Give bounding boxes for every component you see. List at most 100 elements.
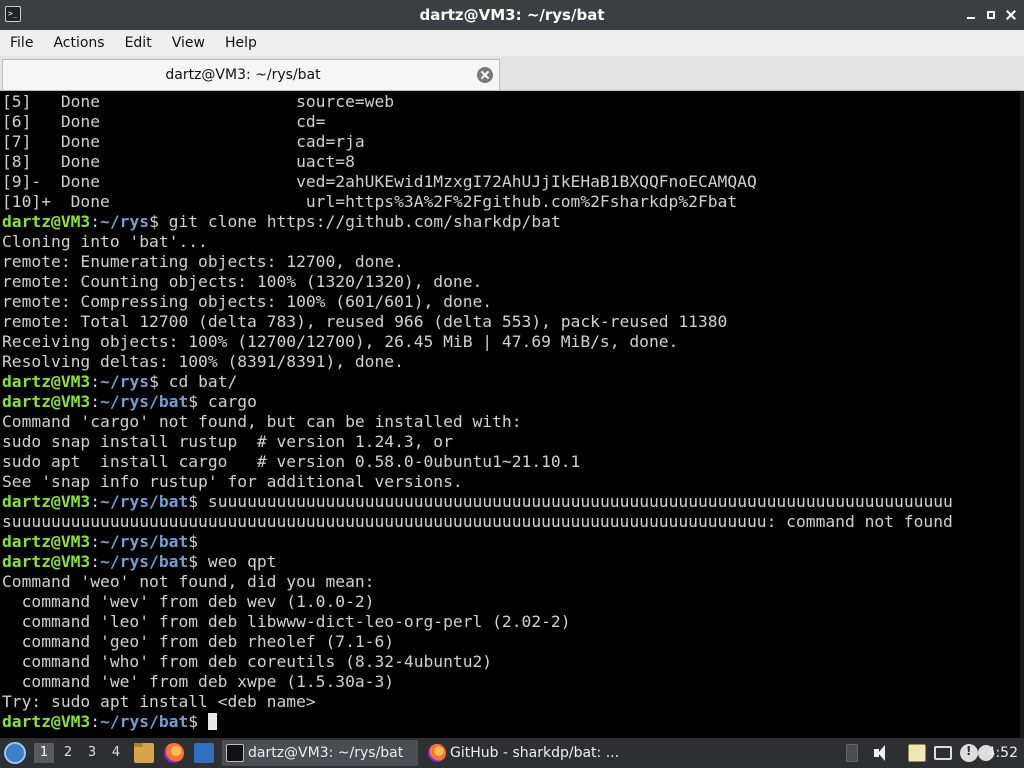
minimize-icon[interactable] bbox=[964, 8, 978, 22]
close-circle-icon[interactable] bbox=[477, 67, 493, 83]
output-line: remote: Compressing objects: 100% (601/6… bbox=[2, 292, 493, 311]
prompt-user: dartz@VM3 bbox=[2, 212, 91, 231]
output-line: Command 'weo' not found, did you mean: bbox=[2, 572, 375, 591]
clipboard-icon[interactable] bbox=[908, 744, 926, 762]
output-line: [5] Done source=web bbox=[2, 92, 395, 111]
output-line: command 'who' from deb coreutils (8.32-4… bbox=[2, 652, 493, 671]
menu-file[interactable]: File bbox=[4, 30, 39, 56]
command-text: cargo bbox=[198, 392, 257, 411]
prompt-line: dartz@VM3:~/rys/bat$ suuuuuuuuuuuuuuuuuu… bbox=[2, 492, 953, 512]
file-manager-icon[interactable] bbox=[134, 743, 154, 763]
command-text: cd bat/ bbox=[158, 372, 238, 391]
prompt-colon: : bbox=[90, 212, 101, 231]
task-terminal-label: dartz@VM3: ~/rys/bat bbox=[248, 745, 404, 761]
command-text: weo qpt bbox=[198, 552, 277, 571]
output-line: [9]- Done ved=2ahUKEwid1MzxgI72AhUJjIkEH… bbox=[2, 172, 757, 191]
output-line: [7] Done cad=rja bbox=[2, 132, 365, 151]
prompt-colon: : bbox=[90, 372, 101, 391]
desktop-1[interactable]: 1 bbox=[34, 743, 54, 763]
output-line: command 'we' from deb xwpe (1.5.30a-3) bbox=[2, 672, 395, 691]
prompt-dollar: $ bbox=[188, 712, 199, 731]
prompt-colon: : bbox=[90, 552, 101, 571]
output-line: suuuuuuuuuuuuuuuuuuuuuuuuuuuuuuuuuuuuuuu… bbox=[2, 512, 953, 531]
terminal-icon bbox=[226, 744, 244, 762]
maximize-icon[interactable] bbox=[984, 8, 998, 22]
output-line: remote: Counting objects: 100% (1320/132… bbox=[2, 272, 483, 291]
output-line: remote: Enumerating objects: 12700, done… bbox=[2, 252, 404, 271]
desktop-3[interactable]: 3 bbox=[82, 743, 102, 763]
menu-help[interactable]: Help bbox=[219, 30, 263, 56]
prompt-line: dartz@VM3:~/rys/bat$ bbox=[2, 532, 953, 552]
prompt-line: dartz@VM3:~/rys$ git clone https://githu… bbox=[2, 212, 953, 232]
output-line: remote: Total 12700 (delta 783), reused … bbox=[2, 312, 728, 331]
output-line: Try: sudo apt install <deb name> bbox=[2, 692, 316, 711]
firefox-icon[interactable] bbox=[164, 743, 184, 763]
output-line: Resolving deltas: 100% (8391/8391), done… bbox=[2, 352, 404, 371]
menu-edit[interactable]: Edit bbox=[119, 30, 158, 56]
prompt-path: ~/rys/bat bbox=[100, 492, 189, 511]
prompt-line: dartz@VM3:~/rys$ cd bat/ bbox=[2, 372, 953, 392]
tab-terminal[interactable]: dartz@VM3: ~/rys/bat bbox=[2, 59, 500, 90]
prompt-path: ~/rys/bat bbox=[100, 532, 189, 551]
menu-view[interactable]: View bbox=[166, 30, 211, 56]
prompt-user: dartz@VM3 bbox=[2, 492, 91, 511]
terminal-scrollbar[interactable] bbox=[1020, 91, 1024, 738]
output-line: command 'geo' from deb rheolef (7.1-6) bbox=[2, 632, 395, 651]
task-firefox-label: GitHub - sharkdp/bat: ... bbox=[450, 745, 620, 761]
taskbar: 1 2 3 4 dartz@VM3: ~/rys/bat GitHub - sh… bbox=[0, 738, 1024, 768]
desktop-2[interactable]: 2 bbox=[58, 743, 78, 763]
clock[interactable]: 4:52 bbox=[987, 738, 1018, 768]
prompt-dollar: $ bbox=[188, 552, 199, 571]
command-text: git clone https://github.com/sharkdp/bat bbox=[158, 212, 561, 231]
lxqt-start-icon[interactable] bbox=[4, 742, 26, 764]
firefox-icon bbox=[428, 744, 446, 762]
prompt-user: dartz@VM3 bbox=[2, 532, 91, 551]
prompt-line: dartz@VM3:~/rys/bat$ bbox=[2, 712, 953, 732]
prompt-path: ~/rys bbox=[100, 212, 150, 231]
output-line: [10]+ Done url=https%3A%2F%2Fgithub.com%… bbox=[2, 192, 738, 211]
scroll-icon[interactable] bbox=[846, 744, 858, 762]
task-firefox[interactable]: GitHub - sharkdp/bat: ... bbox=[424, 740, 620, 766]
show-desktop-icon[interactable] bbox=[194, 743, 214, 763]
task-terminal[interactable]: dartz@VM3: ~/rys/bat bbox=[222, 740, 418, 766]
terminal-lines: [5] Done source=web [6] Done cd= [7] Done … bbox=[2, 92, 953, 732]
output-line: Command 'cargo' not found, but can be in… bbox=[2, 412, 522, 431]
output-line: command 'leo' from deb libwww-dict-leo-o… bbox=[2, 612, 571, 631]
prompt-user: dartz@VM3 bbox=[2, 712, 91, 731]
window-title: dartz@VM3: ~/rys/bat bbox=[419, 6, 605, 24]
output-line: command 'wev' from deb wev (1.0.0-2) bbox=[2, 592, 375, 611]
desktop-4[interactable]: 4 bbox=[106, 743, 126, 763]
output-line: sudo apt install cargo # version 0.58.0-… bbox=[2, 452, 581, 471]
output-line: sudo snap install rustup # version 1.24.… bbox=[2, 432, 453, 451]
prompt-line: dartz@VM3:~/rys/bat$ weo qpt bbox=[2, 552, 953, 572]
prompt-path: ~/rys/bat bbox=[100, 392, 189, 411]
window-titlebar: >_ dartz@VM3: ~/rys/bat bbox=[0, 0, 1024, 30]
prompt-path: ~/rys/bat bbox=[100, 552, 189, 571]
prompt-dollar: $ bbox=[188, 532, 199, 551]
menu-bar: File Actions Edit View Help bbox=[0, 30, 1024, 56]
prompt-colon: : bbox=[90, 492, 101, 511]
monitor-icon[interactable] bbox=[934, 746, 952, 760]
prompt-user: dartz@VM3 bbox=[2, 552, 91, 571]
terminal-output[interactable]: [5] Done source=web [6] Done cd= [7] Done … bbox=[0, 91, 1024, 738]
close-icon[interactable] bbox=[1004, 8, 1018, 22]
command-text bbox=[198, 712, 208, 731]
output-line: [8] Done uact=8 bbox=[2, 152, 355, 171]
network-alert-icon[interactable] bbox=[960, 744, 978, 762]
prompt-path: ~/rys bbox=[100, 372, 150, 391]
prompt-dollar: $ bbox=[188, 392, 199, 411]
prompt-user: dartz@VM3 bbox=[2, 372, 91, 391]
prompt-dollar: $ bbox=[188, 492, 199, 511]
prompt-dollar: $ bbox=[149, 372, 159, 391]
prompt-colon: : bbox=[90, 532, 101, 551]
prompt-user: dartz@VM3 bbox=[2, 392, 91, 411]
prompt-colon: : bbox=[90, 392, 101, 411]
menu-actions[interactable]: Actions bbox=[47, 30, 110, 56]
terminal-cursor bbox=[207, 713, 217, 730]
output-line: Receiving objects: 100% (12700/12700), 2… bbox=[2, 332, 679, 351]
prompt-dollar: $ bbox=[149, 212, 159, 231]
volume-icon[interactable] bbox=[872, 744, 890, 762]
window-controls bbox=[964, 8, 1018, 22]
prompt-colon: : bbox=[90, 712, 101, 731]
output-line: Cloning into 'bat'... bbox=[2, 232, 208, 251]
